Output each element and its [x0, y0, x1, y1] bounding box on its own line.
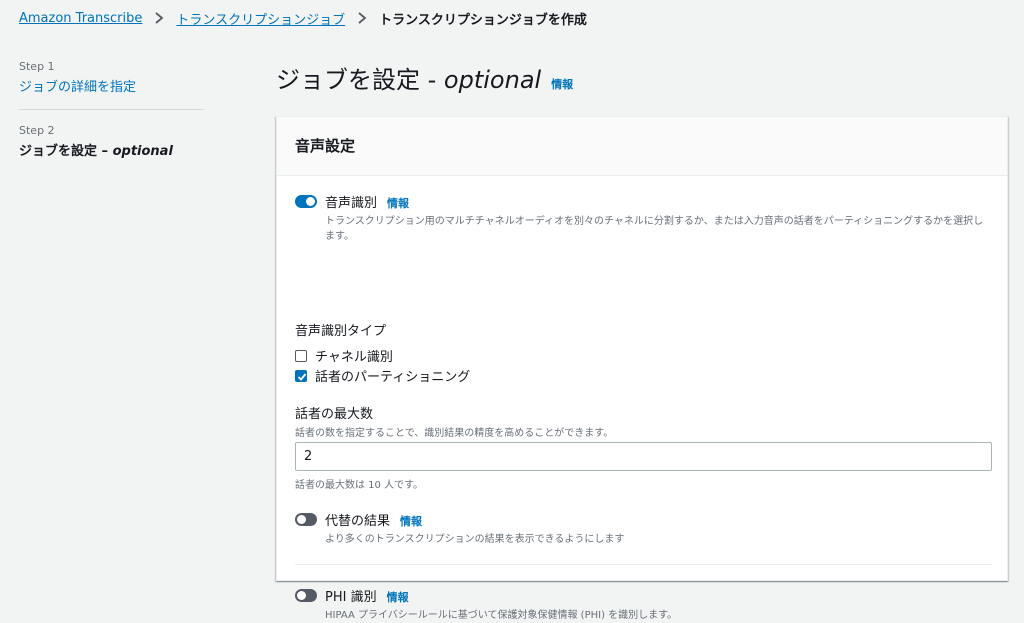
audio-identification-toggle[interactable] [295, 195, 317, 208]
audio-identification-row: 音声識別 情報 トランスクリプション用のマルチチャネルオーディオを別々のチャネル… [295, 192, 995, 244]
max-speakers-hint: 話者の最大数は 10 人です。 [295, 480, 424, 491]
alternative-results-toggle[interactable] [295, 513, 317, 526]
channel-identification-checkbox[interactable] [295, 349, 307, 362]
phi-identification-toggle[interactable] [295, 589, 317, 602]
audio-identification-label-line: 音声識別 情報 [325, 192, 990, 211]
audio-identification-text: 音声識別 情報 トランスクリプション用のマルチチャネルオーディオを別々のチャネル… [325, 192, 990, 244]
breadcrumb-amazon-transcribe[interactable]: Amazon Transcribe [19, 11, 142, 26]
phi-identification-info-link[interactable]: 情報 [387, 589, 409, 605]
section-divider [295, 564, 992, 565]
breadcrumb-current: トランスクリプションジョブを作成 [379, 12, 587, 28]
phi-identification-description: HIPAA プライバシールールに基づいて保護対象保健情報 (PHI) を識別しま… [325, 610, 678, 621]
alternative-results-text: 代替の結果 情報 より多くのトランスクリプションの結果を表示できるようにします [325, 510, 624, 547]
speaker-partitioning-option: 話者のパーティショニング [295, 366, 470, 385]
max-speakers-input[interactable] [295, 442, 992, 471]
step-2-current: ジョブを設定 – optional [19, 144, 173, 159]
page-title: ジョブを設定 - optional [276, 60, 541, 95]
phi-identification-row: PHI 識別 情報 HIPAA プライバシールールに基づいて保護対象保健情報 (… [295, 586, 677, 623]
identification-type-label: 音声識別タイプ [295, 324, 387, 339]
toggle-knob [297, 515, 306, 524]
page-title-text: ジョブを設定 - [276, 66, 444, 94]
phi-identification-label-line: PHI 識別 情報 [325, 586, 677, 605]
alternative-results-label: 代替の結果 [325, 514, 391, 529]
panel-title: 音声設定 [295, 137, 356, 155]
breadcrumb-transcription-jobs[interactable]: トランスクリプションジョブ [176, 9, 345, 28]
audio-identification-description: トランスクリプション用のマルチチャネルオーディオを別々のチャネルに分割するか、ま… [325, 216, 984, 242]
speaker-partitioning-label[interactable]: 話者のパーティショニング [315, 366, 470, 385]
checkmark-icon [297, 372, 307, 381]
chevron-right-icon [148, 9, 170, 27]
speaker-partitioning-checkbox[interactable] [295, 369, 307, 382]
step-2-label: Step 2 [19, 124, 55, 137]
max-speakers-description: 話者の数を指定することで、識別結果の精度を高めることができます。 [295, 428, 614, 439]
step-1-label: Step 1 [19, 60, 55, 73]
channel-identification-option: チャネル識別 [295, 346, 393, 365]
channel-identification-label[interactable]: チャネル識別 [315, 346, 393, 365]
toggle-knob [306, 197, 315, 206]
wizard-steps-nav: Step 1 ジョブの詳細を指定 Step 2 ジョブを設定 – optiona… [19, 60, 204, 159]
max-speakers-label: 話者の最大数 [295, 407, 374, 422]
chevron-right-icon [351, 9, 373, 27]
panel-header: 音声設定 [277, 117, 1007, 176]
alternative-results-description: より多くのトランスクリプションの結果を表示できるようにします [325, 534, 625, 545]
alternative-results-info-link[interactable]: 情報 [400, 513, 422, 529]
toggle-knob [297, 591, 306, 600]
page-header: ジョブを設定 - optional 情報 [276, 60, 573, 95]
phi-identification-label: PHI 識別 [325, 590, 377, 605]
audio-settings-panel: 音声設定 音声識別 情報 トランスクリプション用のマルチチャネルオーディオを別々… [276, 116, 1008, 621]
step-2-suffix: optional [112, 144, 173, 159]
audio-identification-label: 音声識別 [325, 196, 378, 211]
breadcrumb: Amazon Transcribe トランスクリプションジョブ トランスクリプシ… [19, 9, 587, 28]
step-1-link[interactable]: ジョブの詳細を指定 [19, 76, 204, 95]
step-divider [19, 109, 204, 110]
page-info-link[interactable]: 情報 [551, 76, 573, 92]
audio-identification-info-link[interactable]: 情報 [387, 195, 409, 211]
alternative-results-row: 代替の結果 情報 より多くのトランスクリプションの結果を表示できるようにします [295, 510, 624, 547]
step-2-title: ジョブを設定 [19, 144, 98, 159]
phi-identification-text: PHI 識別 情報 HIPAA プライバシールールに基づいて保護対象保健情報 (… [325, 586, 677, 623]
alternative-results-label-line: 代替の結果 情報 [325, 510, 624, 529]
page-title-suffix: optional [443, 66, 542, 94]
